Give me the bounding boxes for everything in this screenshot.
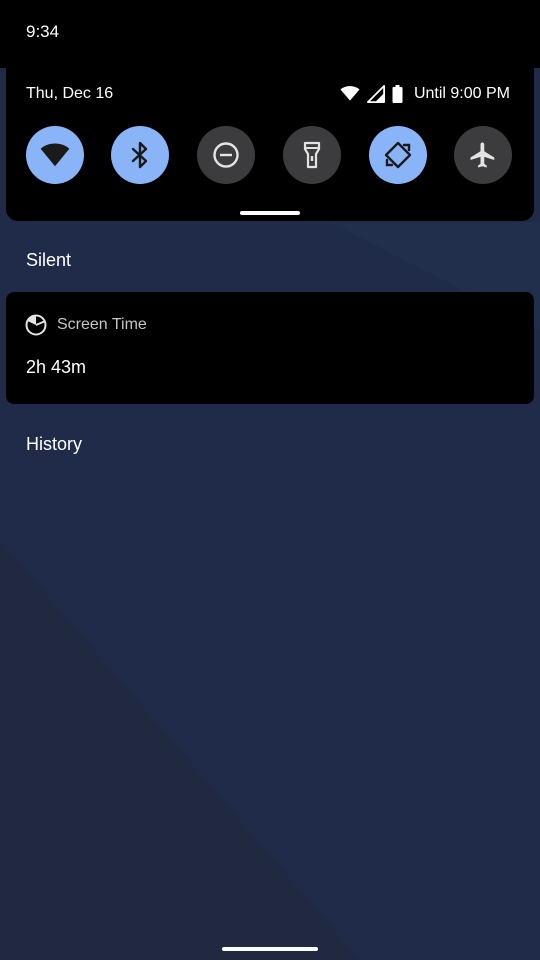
tile-do-not-disturb[interactable] <box>197 126 255 184</box>
quick-settings-expand-handle[interactable] <box>240 211 300 215</box>
screen-time-notification[interactable]: Screen Time 2h 43m <box>6 292 534 404</box>
quick-settings-tiles <box>26 126 512 184</box>
screen-time-icon <box>25 314 47 336</box>
tile-wifi[interactable] <box>26 126 84 184</box>
notification-header: Screen Time <box>25 314 147 336</box>
tile-airplane-mode[interactable] <box>454 126 512 184</box>
wifi-icon <box>340 84 360 104</box>
tile-flashlight[interactable] <box>283 126 341 184</box>
auto-rotate-icon <box>384 141 412 169</box>
notification-content: 2h 43m <box>26 357 87 377</box>
history-button[interactable]: History <box>26 434 82 455</box>
notification-app-name: Screen Time <box>57 316 147 333</box>
battery-icon <box>392 84 404 104</box>
do-not-disturb-icon <box>213 142 239 168</box>
wifi-icon <box>40 143 70 167</box>
qs-date[interactable]: Thu, Dec 16 <box>26 85 113 103</box>
status-bar: 9:34 <box>0 0 540 68</box>
gesture-nav-handle[interactable] <box>222 947 318 951</box>
bluetooth-icon <box>131 141 148 169</box>
tile-auto-rotate[interactable] <box>369 126 427 184</box>
flashlight-icon <box>303 141 321 169</box>
qs-status-icons: Until 9:00 PM <box>340 84 510 104</box>
tile-bluetooth[interactable] <box>111 126 169 184</box>
battery-status-text: Until 9:00 PM <box>413 85 510 102</box>
cell-signal-icon <box>366 84 386 104</box>
status-clock: 9:34 <box>26 22 60 41</box>
airplane-icon <box>470 142 495 168</box>
silent-section-header: Silent <box>26 250 72 270</box>
quick-settings-panel[interactable]: Thu, Dec 16 Until 9:00 PM <box>6 60 534 221</box>
